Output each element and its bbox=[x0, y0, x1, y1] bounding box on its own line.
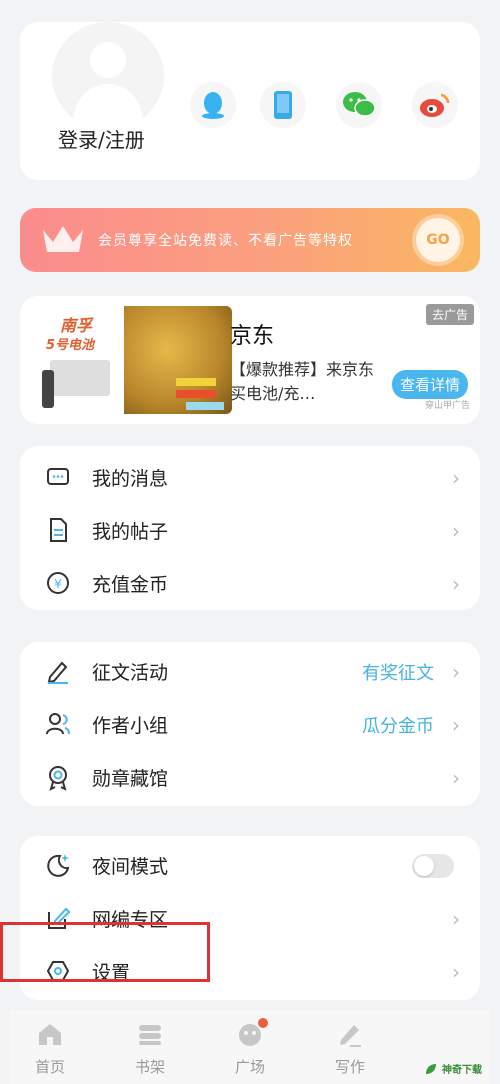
moon-icon bbox=[47, 854, 70, 877]
notification-dot bbox=[258, 1018, 268, 1028]
ad-description: 【爆款推荐】来京东买电池/充… bbox=[230, 360, 375, 403]
chevron-right-icon: › bbox=[452, 466, 460, 490]
menu-item-recharge[interactable]: ¥ 充值金币 › bbox=[20, 556, 480, 610]
menu-item-night-mode[interactable]: 夜间模式 bbox=[20, 838, 480, 892]
ad-card[interactable]: 南孚 5号电池 京东 【爆款推荐】来京东买电池/充… 去广告 查看详情 穿山甲广… bbox=[20, 296, 480, 424]
tab-home[interactable]: 首页 bbox=[10, 1016, 90, 1077]
pen-icon bbox=[47, 661, 68, 684]
menu-item-medal-hall[interactable]: 勋章藏馆 › bbox=[20, 750, 480, 804]
menu-item-essay-contest[interactable]: 征文活动 有奖征文 › bbox=[20, 644, 480, 698]
message-icon bbox=[47, 468, 69, 485]
essay-contest-hint: 有奖征文 bbox=[362, 663, 434, 684]
remove-ad-button[interactable]: 去广告 bbox=[425, 304, 474, 325]
write-icon bbox=[340, 1025, 361, 1047]
avatar[interactable] bbox=[52, 22, 164, 130]
crown-icon bbox=[43, 226, 83, 252]
chevron-right-icon: › bbox=[452, 572, 460, 596]
qq-icon bbox=[202, 92, 224, 119]
author-group-hint: 瓜分金币 bbox=[362, 716, 434, 737]
wechat-icon bbox=[343, 92, 376, 117]
weibo-icon bbox=[420, 93, 450, 117]
highlight-box bbox=[0, 922, 210, 982]
watermark: 神奇下载 bbox=[424, 1061, 482, 1076]
chevron-right-icon: › bbox=[452, 660, 460, 684]
chevron-right-icon: › bbox=[452, 960, 460, 984]
ad-source: 穿山甲广告 bbox=[424, 401, 470, 411]
group-icon bbox=[46, 713, 70, 735]
vip-go-button[interactable]: GO bbox=[416, 218, 460, 262]
svg-text:¥: ¥ bbox=[54, 577, 62, 591]
document-icon bbox=[50, 518, 67, 542]
tab-write[interactable]: 写作 bbox=[310, 1016, 390, 1077]
night-mode-toggle[interactable] bbox=[412, 854, 454, 878]
ad-details-button[interactable]: 查看详情 bbox=[391, 370, 468, 399]
wechat-login-button[interactable] bbox=[336, 82, 382, 128]
phone-login-button[interactable] bbox=[260, 82, 306, 128]
login-register-link[interactable]: 登录/注册 bbox=[58, 126, 148, 154]
phone-icon bbox=[274, 91, 292, 119]
coin-icon: ¥ bbox=[47, 572, 69, 594]
vip-text: 会员尊享全站免费读、不看广告等特权 bbox=[98, 233, 353, 249]
qq-login-button[interactable] bbox=[190, 82, 236, 128]
ad-image: 南孚 5号电池 bbox=[36, 306, 232, 414]
menu-item-messages[interactable]: 我的消息 › bbox=[20, 450, 480, 504]
menu-group-account: 我的消息 › 我的帖子 › ¥ 充值金币 › bbox=[20, 446, 480, 610]
chevron-right-icon: › bbox=[452, 519, 460, 543]
tab-square[interactable]: 广场 bbox=[210, 1016, 290, 1077]
tab-bookshelf[interactable]: 书架 bbox=[110, 1016, 190, 1077]
chevron-right-icon: › bbox=[452, 907, 460, 931]
weibo-login-button[interactable] bbox=[412, 82, 458, 128]
bottom-tab-bar: 首页 书架 广场 写作 神奇下载 bbox=[10, 1010, 490, 1084]
vip-banner[interactable]: 会员尊享全站免费读、不看广告等特权 GO bbox=[20, 208, 480, 272]
menu-item-author-group[interactable]: 作者小组 瓜分金币 › bbox=[20, 697, 480, 751]
profile-card: 登录/注册 bbox=[20, 22, 480, 180]
chevron-right-icon: › bbox=[452, 713, 460, 737]
menu-item-posts[interactable]: 我的帖子 › bbox=[20, 503, 480, 557]
ad-title: 京东 bbox=[230, 324, 275, 349]
home-icon bbox=[39, 1024, 61, 1045]
leaf-logo-icon bbox=[426, 1063, 436, 1074]
chevron-right-icon: › bbox=[452, 766, 460, 790]
medal-icon bbox=[49, 766, 67, 791]
menu-group-creative: 征文活动 有奖征文 › 作者小组 瓜分金币 › 勋章藏馆 › bbox=[20, 642, 480, 806]
bookshelf-icon bbox=[139, 1025, 161, 1045]
